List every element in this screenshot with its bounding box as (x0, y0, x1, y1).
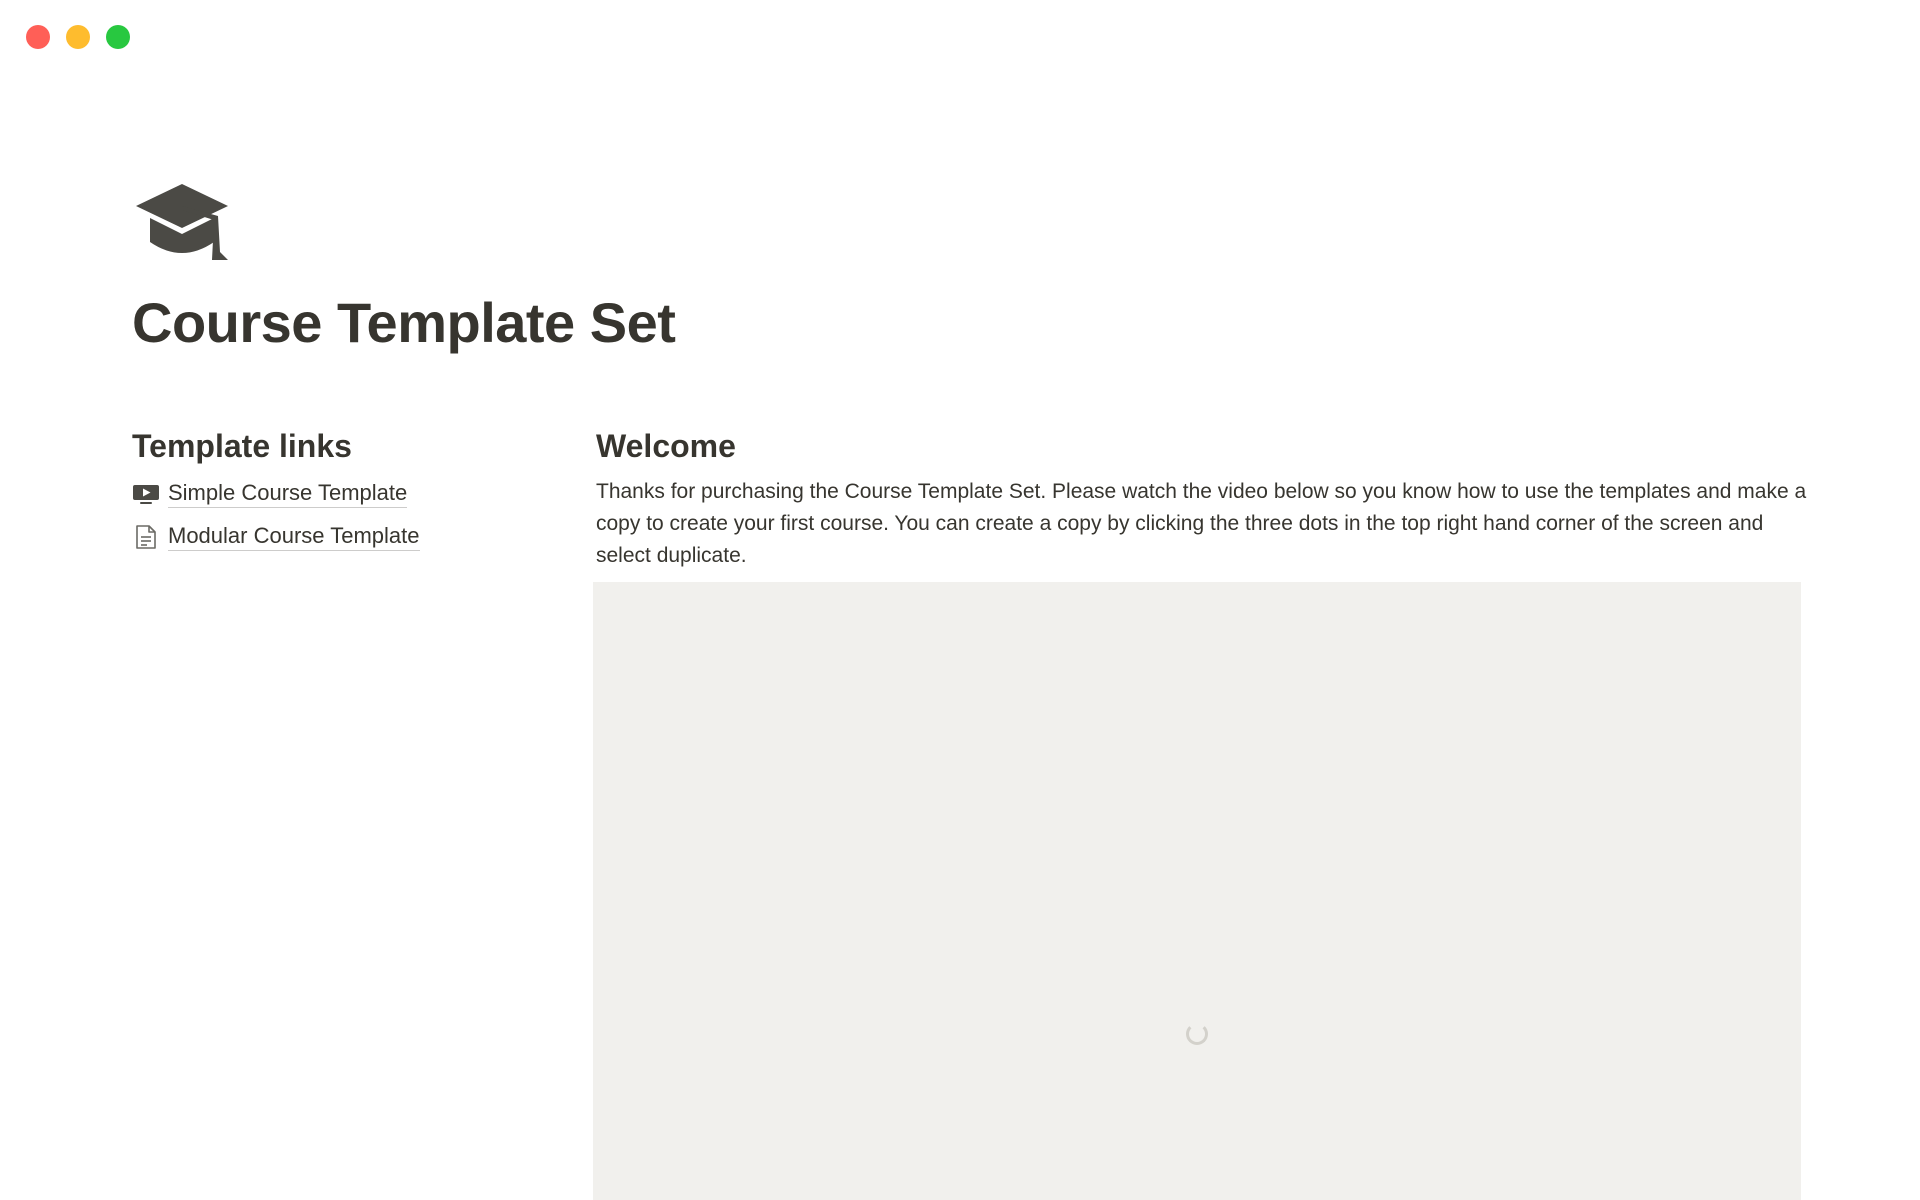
loading-spinner-icon (1186, 1023, 1208, 1045)
template-links-column: Template links Simple Course Template Mo… (132, 424, 552, 558)
simple-course-template-label: Simple Course Template (168, 479, 408, 508)
modular-course-template-link[interactable]: Modular Course Template (132, 515, 552, 558)
close-window-button[interactable] (26, 25, 50, 49)
template-links-heading: Template links (132, 428, 352, 464)
maximize-window-button[interactable] (106, 25, 130, 49)
minimize-window-button[interactable] (66, 25, 90, 49)
graduation-cap-icon[interactable] (132, 180, 236, 264)
window-controls (26, 25, 130, 49)
document-page-icon (132, 523, 160, 551)
welcome-column: Welcome Thanks for purchasing the Course… (596, 424, 1808, 572)
page-title: Course Template Set (132, 291, 676, 354)
video-page-icon (132, 480, 160, 508)
modular-course-template-label: Modular Course Template (168, 522, 420, 551)
welcome-heading: Welcome (596, 428, 736, 464)
simple-course-template-link[interactable]: Simple Course Template (132, 472, 552, 515)
welcome-paragraph: Thanks for purchasing the Course Templat… (596, 480, 1807, 567)
video-embed[interactable] (593, 582, 1801, 1200)
